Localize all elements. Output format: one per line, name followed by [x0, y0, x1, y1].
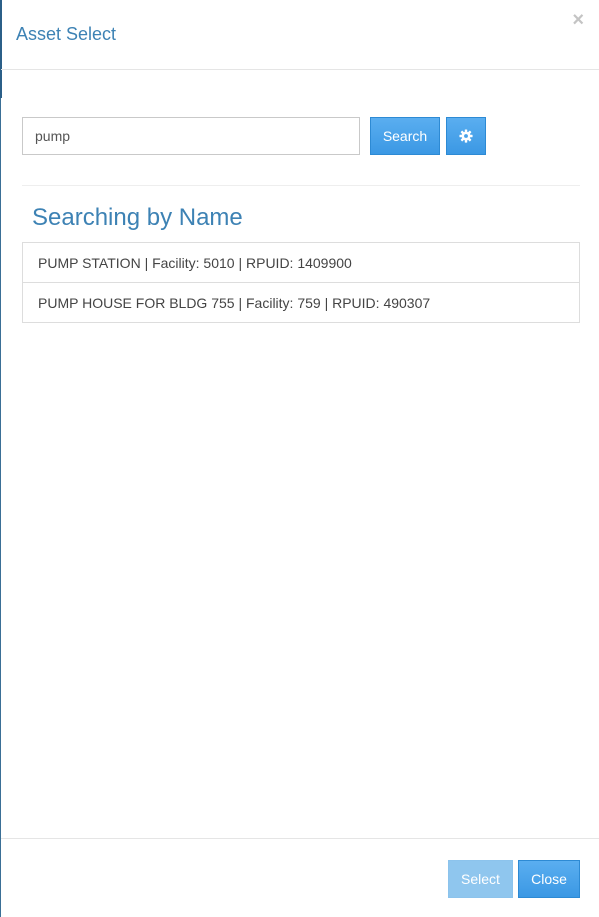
close-button[interactable]: Close — [518, 860, 580, 898]
divider — [22, 185, 580, 186]
select-button[interactable]: Select — [448, 860, 513, 898]
modal-title: Asset Select — [16, 24, 117, 44]
close-icon[interactable]: × — [572, 10, 584, 30]
search-button[interactable]: Search — [370, 117, 440, 155]
modal-header: Asset Select × — [1, 0, 599, 70]
results-heading: Searching by Name — [32, 204, 243, 231]
list-item[interactable]: PUMP STATION | Facility: 5010 | RPUID: 1… — [22, 242, 580, 283]
asset-select-modal: Asset Select × Search — [0, 0, 599, 917]
modal-footer: Select Close — [1, 838, 599, 917]
results-list: PUMP STATION | Facility: 5010 | RPUID: 1… — [22, 242, 580, 323]
gear-icon — [459, 129, 473, 143]
settings-button[interactable] — [446, 117, 486, 155]
list-item[interactable]: PUMP HOUSE FOR BLDG 755 | Facility: 759 … — [22, 282, 580, 323]
search-input[interactable] — [22, 117, 360, 155]
